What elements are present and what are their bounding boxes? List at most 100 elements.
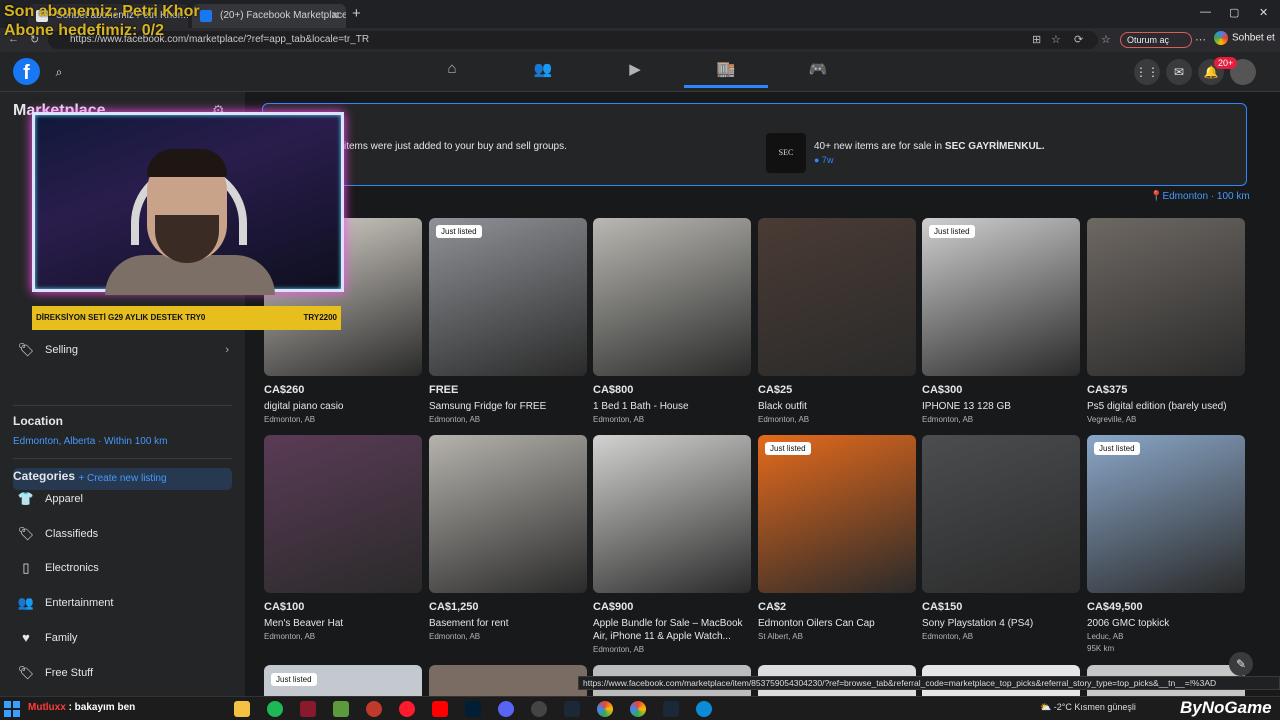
messenger-icon[interactable]: ✉ — [1166, 59, 1192, 85]
sidebar-item-selling[interactable]: 🏷 Selling › — [13, 335, 233, 365]
listing-image[interactable]: Just listed — [758, 435, 916, 593]
app-icon[interactable] — [366, 701, 382, 717]
location-link[interactable]: Edmonton, Alberta · Within 100 km — [13, 436, 168, 447]
gaming-nav-icon[interactable]: 🎮 — [776, 60, 860, 88]
listing-image[interactable] — [593, 435, 751, 593]
steam-icon[interactable] — [663, 701, 679, 717]
listing-image[interactable] — [922, 435, 1080, 593]
listing-location: Edmonton, AB — [264, 632, 316, 641]
sidebar-category-item[interactable]: 👕 Apparel — [13, 484, 233, 514]
listing-image-partial[interactable]: Just listed — [264, 665, 422, 696]
listing-location: Edmonton, AB — [922, 632, 974, 641]
copilot-chat-button[interactable]: Sohbet et — [1214, 31, 1275, 45]
listing-image[interactable] — [1087, 218, 1245, 376]
listing-card[interactable]: CA$150 Sony Playstation 4 (PS4) Edmonton, … — [922, 435, 1080, 641]
category-label: Electronics — [45, 562, 99, 575]
facebook-favicon-icon — [200, 10, 212, 22]
listing-card[interactable]: CA$375 Ps5 digital edition (barely used) V… — [1087, 218, 1245, 424]
minimize-icon[interactable]: — — [1200, 6, 1211, 18]
friends-nav-icon[interactable]: 👥 — [501, 60, 585, 88]
more-menu-icon[interactable]: ⋯ — [1195, 33, 1206, 46]
listing-card[interactable]: CA$1,250 Basement for rent Edmonton, AB — [429, 435, 587, 641]
sidebar-item-label: Selling — [45, 344, 79, 356]
sidebar-category-item[interactable]: ▯ Electronics — [13, 553, 233, 583]
spotify-icon[interactable] — [267, 701, 283, 717]
listing-card[interactable]: Just listed CA$300 IPHONE 13 128 GB Edmonto… — [922, 218, 1080, 424]
listing-image[interactable] — [264, 435, 422, 593]
status-bar-url: https://www.facebook.com/marketplace/ite… — [578, 676, 1280, 690]
listing-image[interactable]: Just listed — [429, 218, 587, 376]
favorites-icon[interactable]: ☆ — [1101, 33, 1111, 46]
weather-widget[interactable]: ⛅ -2°C Kısmen güneşli — [1040, 702, 1136, 713]
listing-card[interactable]: Just listed CA$49,500 2006 GMC topkick Ledu… — [1087, 435, 1245, 653]
stream-subscriber-overlay: Son abonemiz: Petri Khor Abone hedefimiz… — [4, 2, 200, 40]
listing-card[interactable]: Just listed CA$2 Edmonton Oilers Can Cap St… — [758, 435, 916, 641]
facebook-logo-icon[interactable]: f — [13, 58, 40, 85]
chrome-icon[interactable] — [597, 701, 613, 717]
nvidia-icon[interactable] — [333, 701, 349, 717]
listing-price: CA$49,500 — [1087, 601, 1143, 613]
maximize-icon[interactable]: ▢ — [1229, 6, 1239, 19]
listing-location: St Albert, AB — [758, 632, 803, 641]
compose-edit-icon[interactable]: ✎ — [1229, 652, 1253, 676]
listing-card[interactable]: CA$25 Black outfit Edmonton, AB — [758, 218, 916, 424]
sign-in-button[interactable]: Oturum aç — [1120, 32, 1193, 48]
sidebar-category-item[interactable]: 👥 Entertainment — [13, 588, 233, 618]
app-icon[interactable] — [300, 701, 316, 717]
sidebar-category-item[interactable]: 🏷 Classifieds — [13, 519, 233, 549]
sidebar-category-item[interactable]: ♥ Family — [13, 623, 233, 653]
opera-icon[interactable] — [399, 701, 415, 717]
just-listed-badge: Just listed — [929, 225, 975, 238]
apps-icon[interactable]: ⊞ — [1032, 33, 1041, 46]
category-label: Classifieds — [45, 527, 99, 540]
file-explorer-icon[interactable] — [234, 701, 250, 717]
listing-card[interactable]: CA$100 Men's Beaver Hat Edmonton, AB — [264, 435, 422, 641]
listing-image-partial[interactable] — [429, 665, 587, 696]
photoshop-icon[interactable] — [465, 701, 481, 717]
location-filter-link[interactable]: 📍Edmonton · 100 km — [1150, 191, 1250, 202]
banner-left-text: items were just added to your buy and se… — [344, 141, 567, 152]
listing-image[interactable]: Just listed — [1087, 435, 1245, 593]
listing-title: Black outfit — [758, 401, 807, 412]
listing-location: Leduc, AB — [1087, 632, 1124, 641]
listing-card[interactable]: Just listed FREE Samsung Fridge for FREE Ed… — [429, 218, 587, 424]
url-field[interactable]: https://www.facebook.com/marketplace/?re… — [48, 31, 1098, 49]
close-window-icon[interactable]: ✕ — [1259, 6, 1268, 19]
steam-icon[interactable] — [564, 701, 580, 717]
obs-icon[interactable] — [531, 701, 547, 717]
new-tab-icon[interactable]: + — [352, 5, 361, 22]
create-listing-label: + Create new listing — [78, 473, 167, 484]
people-icon: 👥 — [17, 595, 35, 611]
youtube-icon[interactable] — [432, 701, 448, 717]
chrome-icon[interactable] — [630, 701, 646, 717]
windows-start-icon[interactable] — [4, 701, 20, 717]
discord-icon[interactable] — [498, 701, 514, 717]
home-nav-icon[interactable]: ⌂ — [410, 60, 494, 88]
banner-right-prefix: 40+ new items are for sale in — [814, 141, 945, 152]
shirt-icon: 👕 — [17, 491, 35, 506]
video-nav-icon[interactable]: ▶ — [593, 60, 677, 88]
group-thumbnail[interactable]: SEC — [766, 133, 806, 173]
edge-icon[interactable] — [696, 701, 712, 717]
listing-card[interactable]: CA$800 1 Bed 1 Bath - House Edmonton, AB — [593, 218, 751, 424]
category-label: Apparel — [45, 493, 83, 505]
search-icon[interactable]: ⌕ — [46, 59, 72, 85]
listing-image[interactable]: Just listed — [922, 218, 1080, 376]
listing-location: Edmonton, AB — [429, 632, 481, 641]
browser-tab-active[interactable]: (20+) Facebook Marketplace | Fac ✕ — [192, 4, 346, 28]
listing-location: Edmonton, AB — [429, 415, 481, 424]
banner-right-text[interactable]: 40+ new items are for sale in SEC GAYRİM… — [814, 141, 1045, 152]
extensions-icon[interactable]: ⟳ — [1074, 33, 1083, 46]
listing-card[interactable]: CA$900 Apple Bundle for Sale – MacBook Ai… — [593, 435, 751, 654]
listing-image[interactable] — [758, 218, 916, 376]
listing-image[interactable] — [593, 218, 751, 376]
listing-title: IPHONE 13 128 GB — [922, 401, 1011, 412]
listing-image[interactable] — [429, 435, 587, 593]
menu-grid-icon[interactable]: ⋮⋮ — [1134, 59, 1160, 85]
listing-price: CA$260 — [264, 384, 305, 396]
listing-title: 2006 GMC topkick — [1087, 618, 1170, 629]
marketplace-nav-icon[interactable]: 🏬 — [684, 60, 768, 88]
sidebar-category-item[interactable]: 🏷 Free Stuff — [13, 658, 233, 688]
close-tab-icon[interactable]: ✕ — [331, 4, 340, 28]
favorite-star-icon[interactable]: ☆ — [1051, 33, 1061, 46]
